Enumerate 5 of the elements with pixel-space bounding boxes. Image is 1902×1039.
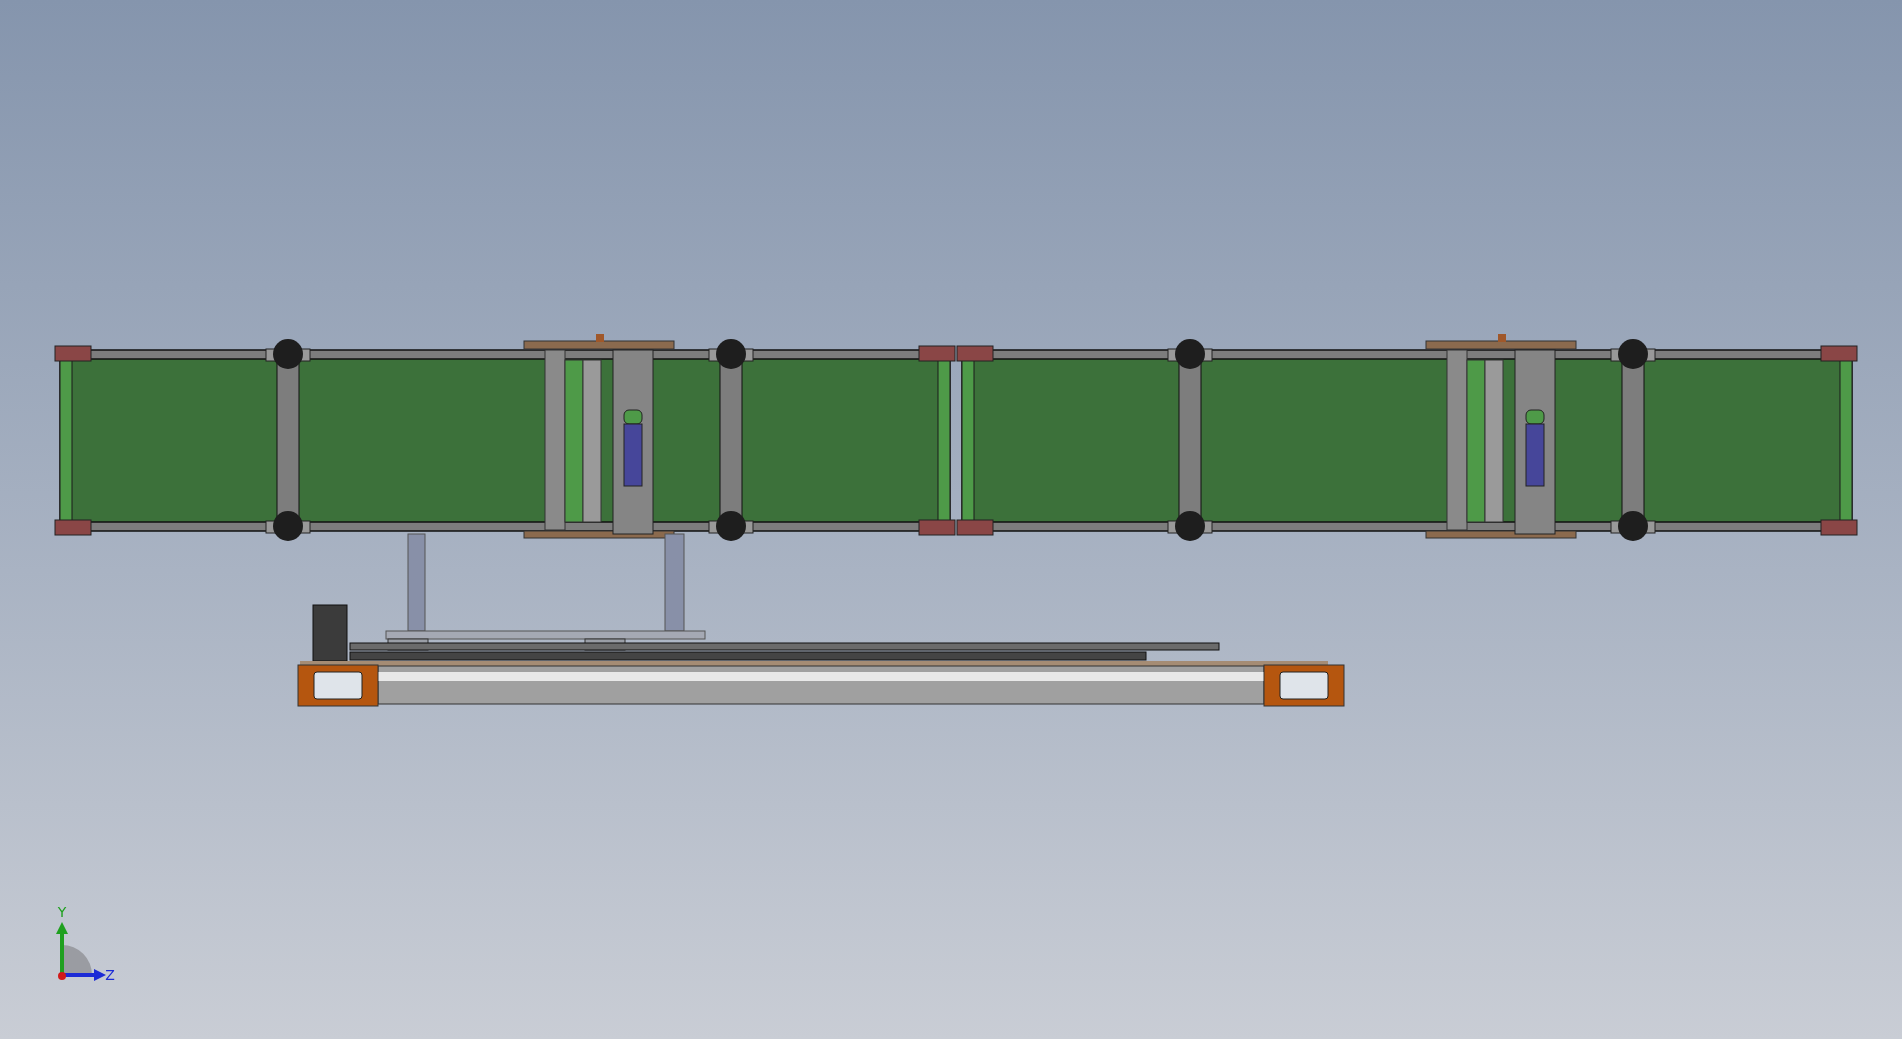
axis-label: Y xyxy=(57,904,67,920)
origin-dot-icon xyxy=(58,972,66,980)
axis-label: Z xyxy=(105,967,115,983)
z-axis-arrow xyxy=(62,969,106,981)
y-axis-arrow xyxy=(56,922,68,975)
